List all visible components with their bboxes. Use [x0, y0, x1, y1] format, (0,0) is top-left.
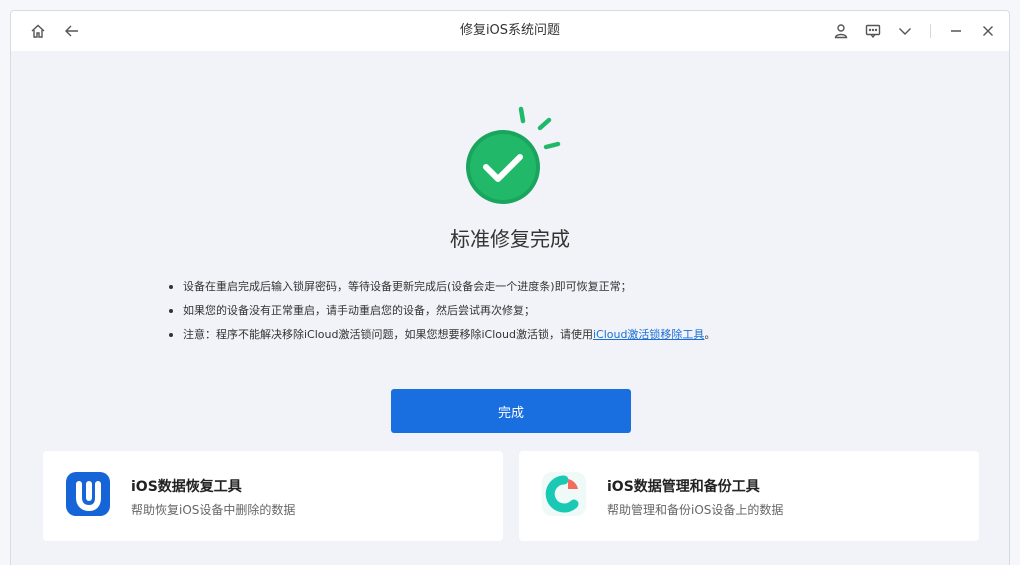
home-icon[interactable]: [29, 22, 47, 40]
card-subtitle: 帮助管理和备份iOS设备上的数据: [607, 503, 784, 517]
back-arrow-icon[interactable]: [63, 22, 81, 40]
title-bar: 修复iOS系统问题: [11, 11, 1009, 51]
data-manager-logo-icon: [542, 472, 586, 516]
note-text: 注意：程序不能解决移除iCloud激活锁问题，如果您想要移除iCloud激活锁，…: [183, 328, 593, 341]
done-button[interactable]: 完成: [391, 389, 631, 433]
icloud-unlock-tool-link[interactable]: iCloud激活锁移除工具: [593, 328, 704, 341]
chevron-down-icon[interactable]: [896, 22, 914, 40]
card-title: iOS数据管理和备份工具: [607, 479, 760, 495]
instruction-item: 如果您的设备没有正常重启，请手动重启您的设备，然后尝试再次修复；: [169, 299, 869, 323]
user-icon[interactable]: [832, 22, 850, 40]
instructions-list: 设备在重启完成后输入锁屏密码，等待设备更新完成后(设备会走一个进度条)即可恢复正…: [169, 275, 869, 347]
minimize-icon[interactable]: [947, 22, 965, 40]
close-icon[interactable]: [979, 22, 997, 40]
card-subtitle: 帮助恢复iOS设备中删除的数据: [131, 503, 296, 517]
app-window: 修复iOS系统问题 标准修复完成 设备在重启完成后输入锁屏密码，等待设备更新完成…: [10, 10, 1010, 565]
data-manager-card[interactable]: iOS数据管理和备份工具 帮助管理和备份iOS设备上的数据: [519, 451, 979, 541]
instruction-item: 设备在重启完成后输入锁屏密码，等待设备更新完成后(设备会走一个进度条)即可恢复正…: [169, 275, 869, 299]
instruction-item-note: 注意：程序不能解决移除iCloud激活锁问题，如果您想要移除iCloud激活锁，…: [169, 323, 869, 347]
data-recovery-logo-icon: [66, 472, 110, 516]
success-check-icon: [466, 106, 561, 204]
data-recovery-card[interactable]: iOS数据恢复工具 帮助恢复iOS设备中删除的数据: [43, 451, 503, 541]
repair-complete-heading: 标准修复完成: [450, 227, 570, 251]
card-title: iOS数据恢复工具: [131, 479, 242, 495]
title-bar-divider: [930, 24, 931, 38]
title-bar-right-controls: [832, 11, 997, 51]
title-bar-left-controls: [29, 11, 81, 51]
feedback-icon[interactable]: [864, 22, 882, 40]
note-end-punctuation: 。: [704, 328, 716, 341]
